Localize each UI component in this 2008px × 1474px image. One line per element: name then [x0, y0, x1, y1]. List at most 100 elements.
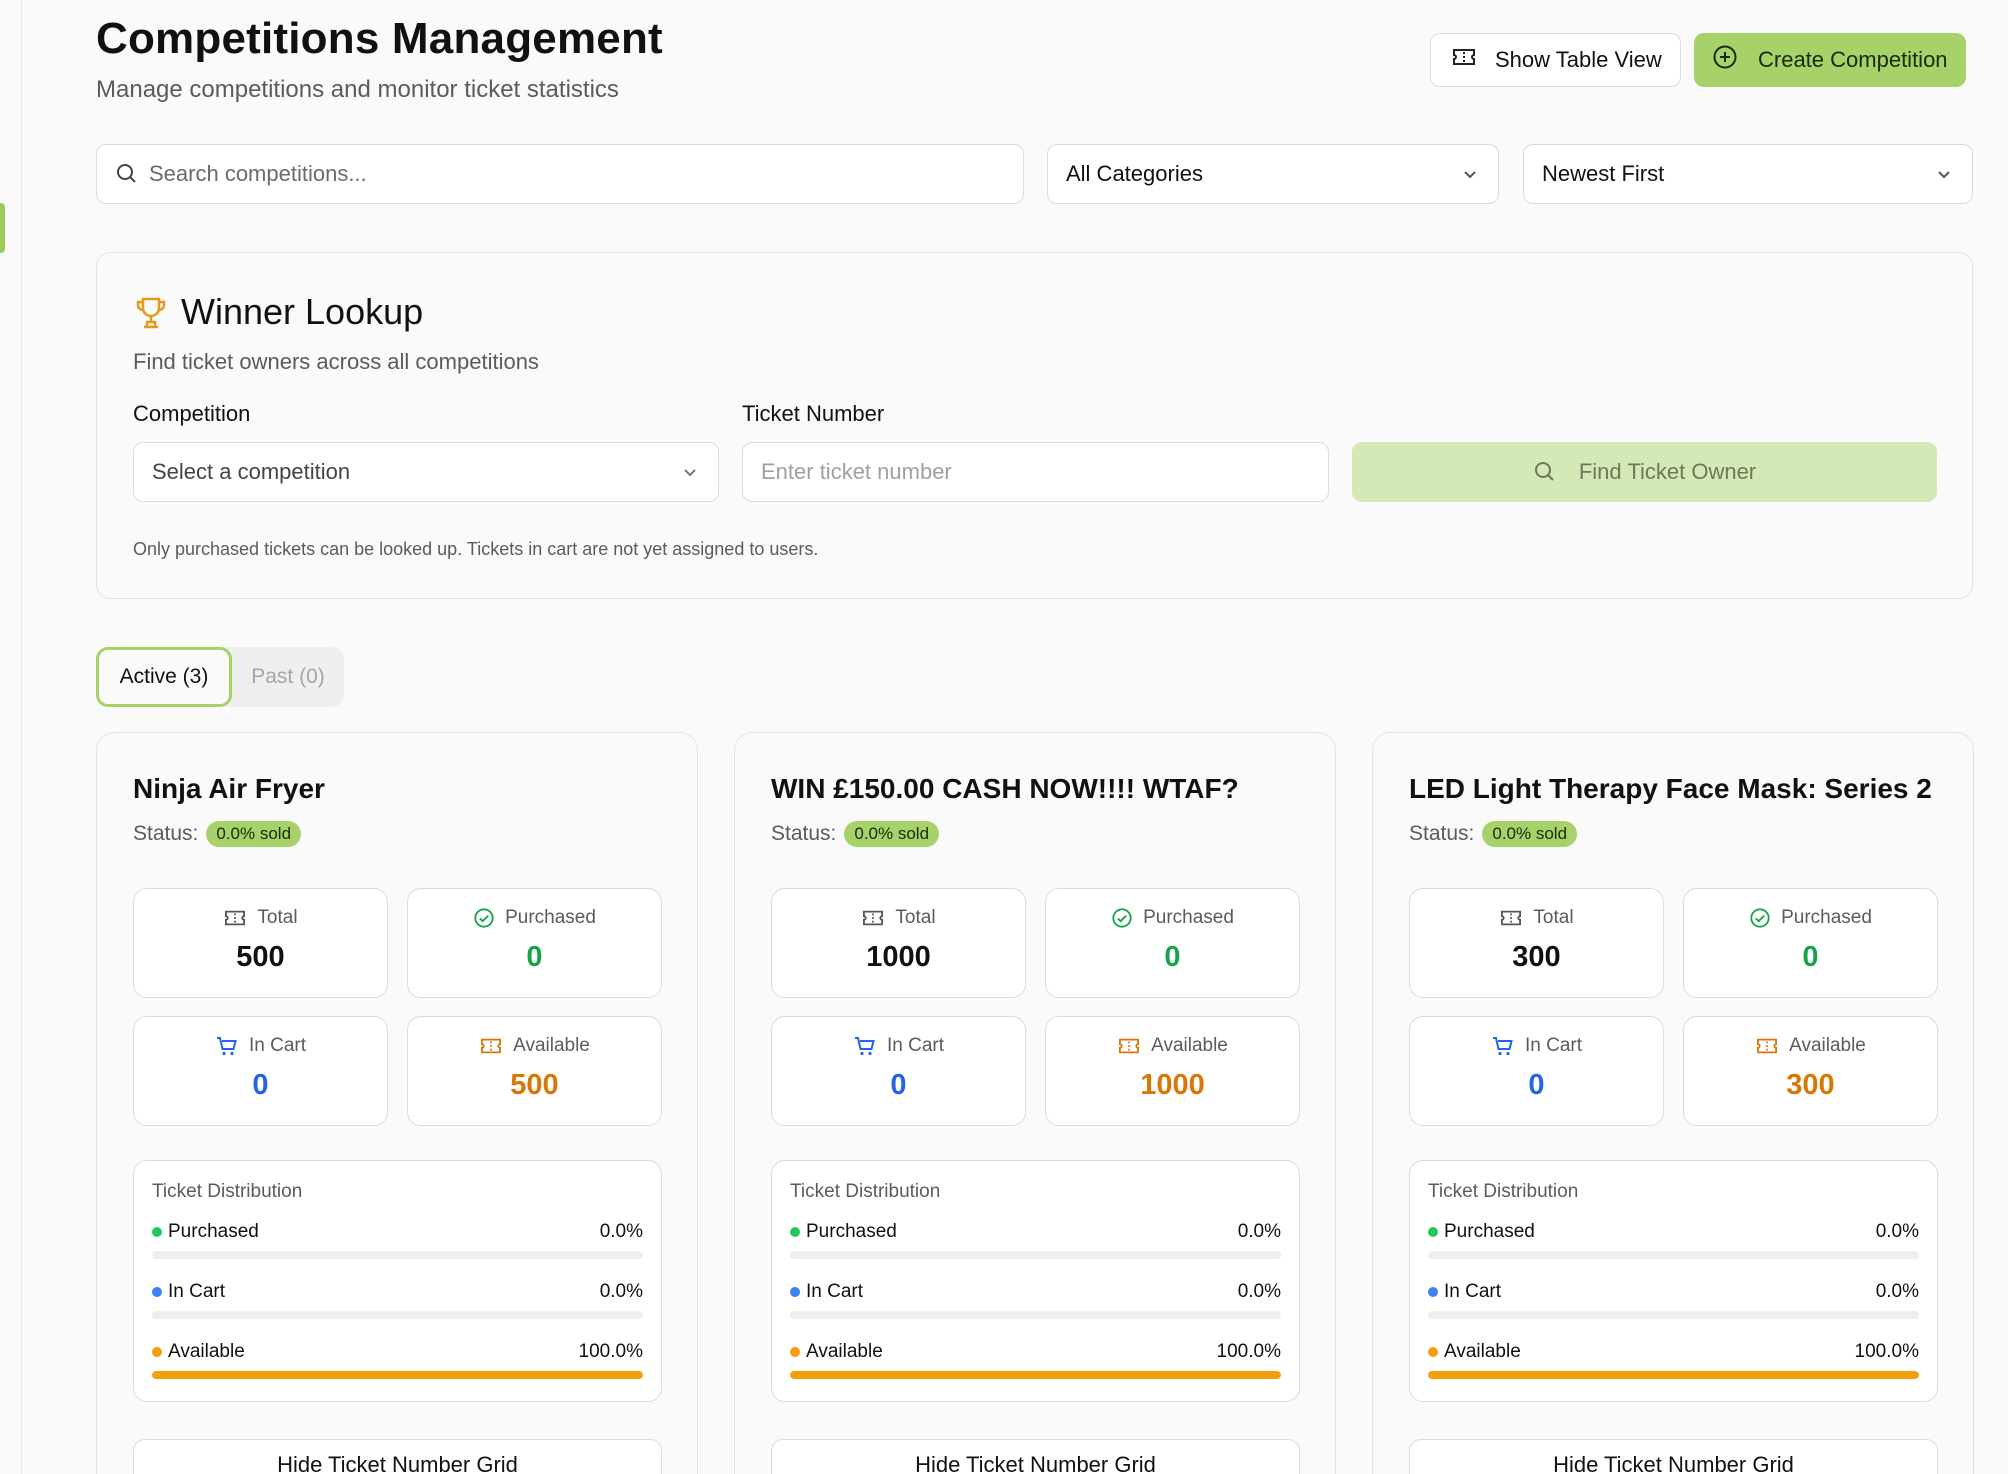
stat-in-cart-value: 0 [890, 1069, 907, 1101]
purchased-dot [1428, 1227, 1438, 1237]
ticket-number-placeholder: Enter ticket number [761, 459, 952, 484]
progress-fill-available [1428, 1371, 1919, 1379]
stat-total-label: Total [895, 907, 936, 928]
hide-ticket-grid-button[interactable]: Hide Ticket Number Grid [133, 1439, 662, 1474]
ticket-icon [1755, 1036, 1779, 1056]
stat-total-label: Total [257, 907, 298, 928]
stat-in-cart-value: 0 [252, 1069, 269, 1101]
distribution-row-in-cart: In Cart 0.0% [152, 1281, 643, 1321]
in-cart-dot [1428, 1287, 1438, 1297]
distribution-available-pct: 100.0% [1854, 1341, 1919, 1362]
ticket-distribution: Ticket Distribution Purchased 0.0% In Ca… [771, 1160, 1300, 1402]
tab-past[interactable]: Past (0) [232, 647, 344, 707]
stat-available-label: Available [1151, 1035, 1228, 1056]
progress-bar-available [152, 1371, 643, 1379]
distribution-purchased-pct: 0.0% [1875, 1221, 1919, 1242]
competition-title: WIN £150.00 CASH NOW!!!! WTAF? [771, 773, 1239, 804]
page-subtitle: Manage competitions and monitor ticket s… [96, 76, 619, 103]
competition-title: LED Light Therapy Face Mask: Series 2 [1409, 773, 1932, 804]
stat-purchased-value: 0 [1802, 941, 1819, 973]
stat-available: Available 300 [1683, 1016, 1938, 1126]
distribution-row-purchased: Purchased 0.0% [152, 1221, 643, 1261]
progress-bar-available [790, 1371, 1281, 1379]
distribution-in-cart-pct: 0.0% [1875, 1281, 1919, 1302]
competition-select[interactable]: Select a competition [133, 442, 719, 502]
distribution-in-cart-pct: 0.0% [599, 1281, 643, 1302]
stat-in-cart-label: In Cart [1524, 1035, 1583, 1056]
stat-in-cart-value: 0 [1528, 1069, 1545, 1101]
show-table-view-button[interactable]: Show Table View [1430, 33, 1681, 87]
cart-icon [1491, 1035, 1515, 1057]
chevron-down-icon [1460, 164, 1480, 184]
ticket-number-input[interactable]: Enter ticket number [742, 442, 1329, 502]
find-ticket-owner-button[interactable]: Find Ticket Owner [1352, 442, 1937, 502]
distribution-purchased-label: Purchased [1444, 1221, 1535, 1242]
distribution-title: Ticket Distribution [152, 1181, 303, 1202]
ticket-icon [1499, 908, 1523, 928]
distribution-available-pct: 100.0% [1216, 1341, 1281, 1362]
sidebar-active-indicator [0, 203, 5, 253]
hide-ticket-grid-button[interactable]: Hide Ticket Number Grid [771, 1439, 1300, 1474]
distribution-purchased-pct: 0.0% [599, 1221, 643, 1242]
check-circle-icon [1111, 907, 1133, 929]
create-competition-button[interactable]: Create Competition [1694, 33, 1966, 87]
stat-in-cart: In Cart 0 [771, 1016, 1026, 1126]
stat-purchased-label: Purchased [1143, 907, 1234, 928]
winner-lookup-title: Winner Lookup [181, 291, 424, 332]
distribution-row-in-cart: In Cart 0.0% [790, 1281, 1281, 1321]
stat-total: Total 1000 [771, 888, 1026, 998]
stat-in-cart-label: In Cart [248, 1035, 307, 1056]
stat-purchased-value: 0 [1164, 941, 1181, 973]
competition-tabs: Active (3) Past (0) [96, 647, 344, 707]
status-label: Status: [771, 822, 837, 845]
purchased-dot [152, 1227, 162, 1237]
stat-available-label: Available [513, 1035, 590, 1056]
progress-bar-purchased [152, 1251, 643, 1259]
stat-purchased: Purchased 0 [1045, 888, 1300, 998]
chevron-down-icon [680, 462, 700, 482]
distribution-in-cart-label: In Cart [806, 1281, 864, 1302]
stat-purchased-value: 0 [526, 941, 543, 973]
ticket-number-label: Ticket Number [742, 401, 885, 426]
distribution-row-available: Available 100.0% [152, 1341, 643, 1381]
available-dot [1428, 1347, 1438, 1357]
stat-in-cart: In Cart 0 [133, 1016, 388, 1126]
stat-total-value: 500 [236, 941, 285, 973]
distribution-in-cart-label: In Cart [168, 1281, 226, 1302]
distribution-in-cart-label: In Cart [1444, 1281, 1502, 1302]
distribution-available-label: Available [806, 1341, 883, 1362]
competition-card: WIN £150.00 CASH NOW!!!! WTAF? Status: 0… [734, 732, 1336, 1474]
distribution-purchased-label: Purchased [168, 1221, 259, 1242]
distribution-title: Ticket Distribution [790, 1181, 941, 1202]
stat-in-cart: In Cart 0 [1409, 1016, 1664, 1126]
hide-ticket-grid-button[interactable]: Hide Ticket Number Grid [1409, 1439, 1938, 1474]
distribution-available-label: Available [1444, 1341, 1521, 1362]
category-select[interactable]: All Categories [1047, 144, 1499, 204]
progress-bar-purchased [1428, 1251, 1919, 1259]
status-row: Status: 0.0% sold [771, 821, 940, 847]
in-cart-dot [790, 1287, 800, 1297]
stat-in-cart-label: In Cart [886, 1035, 945, 1056]
ticket-distribution: Ticket Distribution Purchased 0.0% In Ca… [1409, 1160, 1938, 1402]
tab-active[interactable]: Active (3) [96, 647, 232, 707]
stat-purchased-label: Purchased [1781, 907, 1872, 928]
status-badge: 0.0% sold [206, 821, 302, 847]
sort-select[interactable]: Newest First [1523, 144, 1973, 204]
distribution-row-in-cart: In Cart 0.0% [1428, 1281, 1919, 1321]
ticket-icon [1451, 46, 1477, 74]
chevron-down-icon [1934, 164, 1954, 184]
show-table-view-label: Show Table View [1495, 47, 1662, 72]
status-row: Status: 0.0% sold [1409, 821, 1578, 847]
distribution-title: Ticket Distribution [1428, 1181, 1579, 1202]
progress-bar-available [1428, 1371, 1919, 1379]
stat-available-label: Available [1789, 1035, 1866, 1056]
search-input[interactable]: Search competitions... [96, 144, 1024, 204]
stat-total: Total 300 [1409, 888, 1664, 998]
status-label: Status: [133, 822, 199, 845]
search-icon [1533, 460, 1557, 484]
competition-card: LED Light Therapy Face Mask: Series 2 St… [1372, 732, 1974, 1474]
search-icon [115, 162, 139, 186]
cart-icon [215, 1035, 239, 1057]
winner-lookup-panel: Winner Lookup Find ticket owners across … [96, 252, 1973, 599]
find-ticket-owner-label: Find Ticket Owner [1578, 459, 1757, 484]
